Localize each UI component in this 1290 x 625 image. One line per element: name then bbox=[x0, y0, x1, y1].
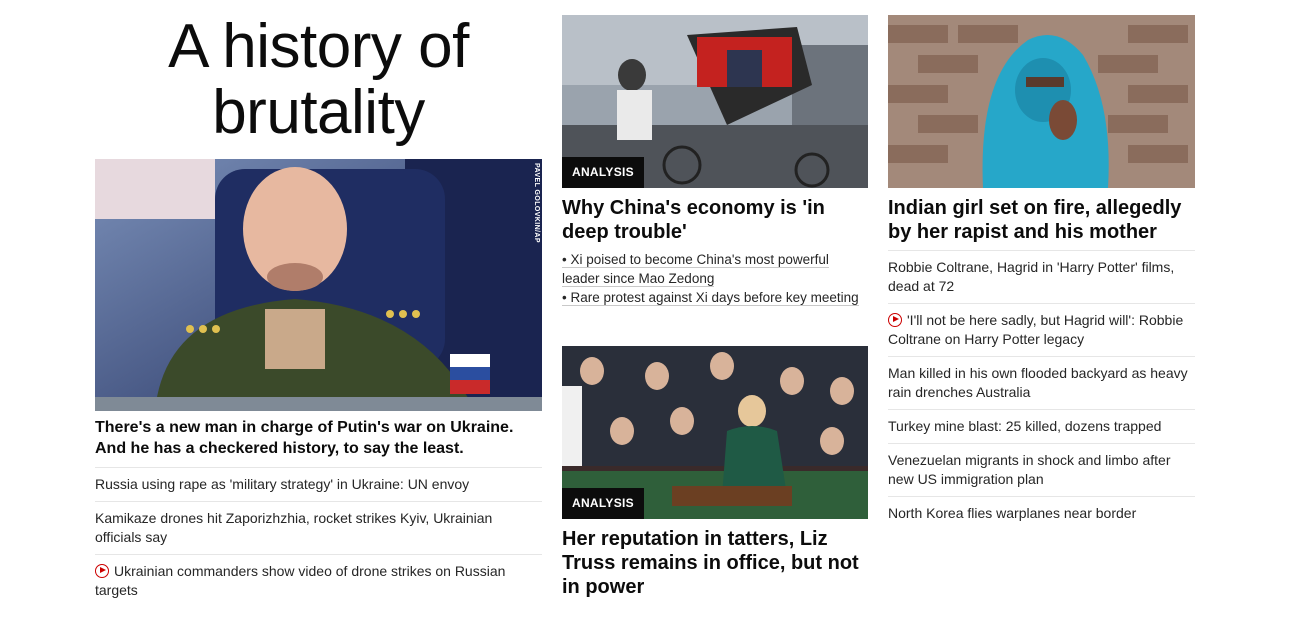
bullet-link-1[interactable]: • Rare protest against Xi days before ke… bbox=[562, 288, 868, 307]
india-story-image[interactable] bbox=[888, 15, 1195, 188]
right-story-0[interactable]: Robbie Coltrane, Hagrid in 'Harry Potter… bbox=[888, 251, 1195, 304]
right-story-3[interactable]: Turkey mine blast: 25 killed, dozens tra… bbox=[888, 410, 1195, 444]
related-story-2[interactable]: Ukrainian commanders show video of drone… bbox=[95, 555, 542, 607]
related-story-1[interactable]: Kamikaze drones hit Zaporizhzhia, rocket… bbox=[95, 502, 542, 555]
related-story-0[interactable]: Russia using rape as 'military strategy'… bbox=[95, 468, 542, 502]
right-column: Indian girl set on fire, allegedly by he… bbox=[888, 15, 1195, 530]
right-story-text: Man killed in his own flooded backyard a… bbox=[888, 365, 1188, 400]
china-story-headline[interactable]: Why China's economy is 'in deep trouble' bbox=[562, 196, 868, 244]
hero-related-list: Russia using rape as 'military strategy'… bbox=[95, 468, 542, 607]
hero-image[interactable]: PAVEL GOLOVKIN/AP bbox=[95, 159, 542, 411]
related-story-text: Kamikaze drones hit Zaporizhzhia, rocket… bbox=[95, 510, 493, 545]
right-story-5[interactable]: North Korea flies warplanes near border bbox=[888, 497, 1195, 530]
right-story-text: Robbie Coltrane, Hagrid in 'Harry Potter… bbox=[888, 259, 1175, 294]
right-story-text: North Korea flies warplanes near border bbox=[888, 505, 1137, 521]
hero-title[interactable]: A history of brutality bbox=[95, 14, 542, 146]
hero-story: PAVEL GOLOVKIN/AP There's a new man in c… bbox=[95, 159, 542, 607]
related-story-text: Russia using rape as 'military strategy'… bbox=[95, 476, 470, 492]
india-story-headline[interactable]: Indian girl set on fire, allegedly by he… bbox=[888, 196, 1195, 244]
right-story-2[interactable]: Man killed in his own flooded backyard a… bbox=[888, 357, 1195, 410]
analysis-badge: ANALYSIS bbox=[562, 157, 644, 188]
image-credit: PAVEL GOLOVKIN/AP bbox=[533, 163, 540, 243]
right-story-4[interactable]: Venezuelan migrants in shock and limbo a… bbox=[888, 444, 1195, 497]
bullet-text: • Xi poised to become China's most power… bbox=[562, 252, 829, 287]
truss-story-image[interactable]: ANALYSIS bbox=[562, 346, 868, 519]
bullet-link-0[interactable]: • Xi poised to become China's most power… bbox=[562, 250, 868, 288]
truss-story: ANALYSIS Her reputation in tatters, Liz … bbox=[562, 346, 868, 599]
play-circle-icon bbox=[888, 313, 902, 327]
china-story-bullets: • Xi poised to become China's most power… bbox=[562, 250, 868, 307]
right-story-text: Venezuelan migrants in shock and limbo a… bbox=[888, 452, 1171, 487]
related-story-text: Ukrainian commanders show video of drone… bbox=[95, 563, 506, 598]
right-story-text: Turkey mine blast: 25 killed, dozens tra… bbox=[888, 418, 1162, 434]
analysis-badge: ANALYSIS bbox=[562, 488, 644, 519]
china-story-image[interactable]: ANALYSIS bbox=[562, 15, 868, 188]
middle-column: ANALYSIS Why China's economy is 'in deep… bbox=[562, 15, 868, 307]
right-story-1[interactable]: 'I'll not be here sadly, but Hagrid will… bbox=[888, 304, 1195, 357]
bullet-text: • Rare protest against Xi days before ke… bbox=[562, 290, 859, 306]
right-story-list: Robbie Coltrane, Hagrid in 'Harry Potter… bbox=[888, 250, 1195, 530]
right-story-text: 'I'll not be here sadly, but Hagrid will… bbox=[888, 312, 1184, 347]
truss-story-headline[interactable]: Her reputation in tatters, Liz Truss rem… bbox=[562, 527, 868, 599]
play-circle-icon bbox=[95, 564, 109, 578]
hero-headline[interactable]: There's a new man in charge of Putin's w… bbox=[95, 417, 542, 468]
